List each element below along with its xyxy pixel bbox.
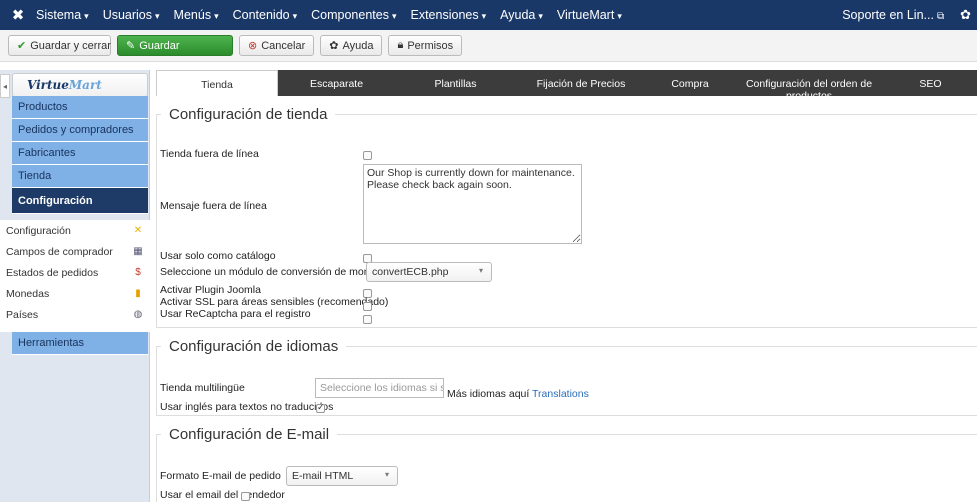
email-config-title: Configuración de E-mail — [169, 426, 330, 443]
sidebar: ◂ Virtue Mart Productos Pedidos y comprad… — [0, 70, 150, 502]
collapse-sidebar-icon[interactable]: ◂ — [0, 74, 10, 98]
vendor-email-checkbox[interactable] — [241, 492, 250, 501]
help-gear-icon: ✿ — [329, 40, 339, 52]
support-link[interactable]: Soporte en Lin... ⧉ — [842, 8, 944, 22]
recaptcha-checkbox[interactable] — [363, 315, 372, 324]
offline-label: Tienda fuera de línea — [160, 148, 259, 160]
cancel-icon: ⊗ — [248, 40, 258, 52]
topnav-right: Soporte en Lin... ⧉ ✿ — [842, 0, 971, 30]
tab-seo[interactable]: SEO — [884, 70, 977, 96]
toolbar: ✔ Guardar y cerrar ✎ Guardar ⊗ Cancelar ✿ Ay… — [0, 30, 977, 62]
caret-down-icon: ▾ — [292, 11, 298, 21]
dropdown-arrow-icon: ▾ — [384, 470, 389, 479]
dropdown-arrow-icon: ▾ — [478, 266, 483, 275]
currency-module-label: Seleccione un módulo de conversión de mo… — [160, 266, 388, 278]
joomla-logo-icon[interactable]: ✖ — [0, 6, 36, 24]
vendor-email-label: Usar el email del vendedor — [160, 489, 285, 501]
translations-link[interactable]: Translations — [532, 388, 589, 400]
sidebar-sub-campos[interactable]: Campos de comprador ▦ — [6, 241, 148, 262]
tab-tienda[interactable]: Tienda — [156, 70, 278, 96]
sidebar-item-configuracion[interactable]: Configuración — [12, 188, 148, 214]
tab-orden-productos[interactable]: Configuración del orden de productos — [734, 70, 884, 96]
offline-message-textarea[interactable]: Our Shop is currently down for maintenan… — [363, 164, 582, 244]
sidebar-sub-monedas[interactable]: Monedas ▮ — [6, 283, 148, 304]
sidebar-item-fabricantes[interactable]: Fabricantes — [12, 142, 148, 165]
menu-virtuemart[interactable]: VirtueMart ▾ — [557, 8, 622, 22]
offline-message-label: Mensaje fuera de línea — [160, 200, 267, 212]
main-menu: Sistema ▾ Usuarios ▾ Menús ▾ Contenido ▾ Com… — [36, 8, 636, 22]
languages-select-input[interactable]: Seleccione los idiomas si su — [315, 378, 444, 398]
edit-icon: ✎ — [126, 40, 136, 52]
caret-down-icon: ▾ — [617, 11, 622, 21]
menu-componentes[interactable]: Componentes ▾ — [311, 8, 396, 22]
menu-usuarios[interactable]: Usuarios ▾ — [103, 8, 160, 22]
menu-contenido[interactable]: Contenido ▾ — [233, 8, 298, 22]
caret-down-icon: ▾ — [391, 11, 397, 21]
more-languages-text: Más idiomas aquí Translations — [447, 388, 589, 400]
caret-down-icon: ▾ — [538, 11, 543, 21]
email-format-select[interactable]: E-mail HTML ▾ — [286, 466, 398, 486]
caret-down-icon: ▾ — [214, 11, 219, 21]
sidebar-item-herramientas[interactable]: Herramientas — [12, 332, 148, 355]
shop-config-title: Configuración de tienda — [169, 106, 328, 123]
language-config-title: Configuración de idiomas — [169, 338, 339, 355]
tools-icon: ✕ — [133, 225, 143, 236]
menu-ayuda[interactable]: Ayuda ▾ — [500, 8, 543, 22]
cancel-button[interactable]: ⊗ Cancelar — [239, 35, 315, 56]
tab-escaparate[interactable]: Escaparate — [278, 70, 395, 96]
check-icon: ✔ — [17, 40, 27, 52]
main-content: Configuración de tienda Tienda fuera de … — [156, 96, 977, 502]
save-close-button[interactable]: ✔ Guardar y cerrar — [8, 35, 111, 56]
lock-icon: 🔒︎ — [397, 39, 404, 51]
sidebar-item-productos[interactable]: Productos — [12, 96, 148, 119]
tab-precios[interactable]: Fijación de Precios — [516, 70, 646, 96]
menu-menus[interactable]: Menús ▾ — [174, 8, 219, 22]
menu-sistema[interactable]: Sistema ▾ — [36, 8, 89, 22]
multilingual-label: Tienda multilingüe — [160, 382, 245, 394]
english-fallback-checkbox[interactable] — [316, 402, 325, 413]
user-fields-icon: ▦ — [133, 246, 143, 257]
tab-compra[interactable]: Compra — [646, 70, 734, 96]
save-button[interactable]: ✎ Guardar — [117, 35, 233, 56]
permissions-button[interactable]: 🔒︎ Permisos — [388, 35, 463, 56]
caret-down-icon: ▾ — [84, 11, 89, 21]
external-link-icon: ⧉ — [936, 11, 945, 22]
ssl-checkbox[interactable] — [363, 302, 372, 311]
virtuemart-logo: Virtue Mart — [12, 73, 148, 97]
recaptcha-label: Usar ReCaptcha para el registro — [160, 308, 311, 320]
currency-module-select[interactable]: convertECB.php ▾ — [366, 262, 492, 282]
english-fallback-label: Usar inglés para textos no traducidos — [160, 401, 334, 413]
ssl-label: Activar SSL para áreas sensibles (recome… — [160, 296, 389, 308]
caret-down-icon: ▾ — [155, 11, 160, 21]
offline-checkbox[interactable] — [363, 151, 372, 160]
sidebar-item-pedidos[interactable]: Pedidos y compradores — [12, 119, 148, 142]
sidebar-sub-paises[interactable]: Países ◍ — [6, 304, 148, 325]
top-navbar: ✖ Sistema ▾ Usuarios ▾ Menús ▾ Contenido ▾ C… — [0, 0, 977, 30]
email-format-label: Formato E-mail de pedido — [160, 470, 281, 482]
gear-icon[interactable]: ✿ — [960, 7, 971, 23]
help-button[interactable]: ✿ Ayuda — [320, 35, 383, 56]
coins-icon: ▮ — [135, 288, 141, 299]
menu-extensiones[interactable]: Extensiones ▾ — [411, 8, 487, 22]
sidebar-item-tienda[interactable]: Tienda — [12, 165, 148, 188]
catalog-only-label: Usar solo como catálogo — [160, 250, 276, 262]
sidebar-sub-estados[interactable]: Estados de pedidos $ — [6, 262, 148, 283]
sidebar-sub-configuracion[interactable]: Configuración ✕ — [6, 220, 148, 241]
order-status-icon: $ — [135, 267, 141, 278]
globe-icon: ◍ — [133, 309, 143, 320]
tab-plantillas[interactable]: Plantillas — [395, 70, 516, 96]
joomla-plugin-label: Activar Plugin Joomla — [160, 284, 261, 296]
config-tabs: Tienda Escaparate Plantillas Fijación de… — [156, 70, 977, 96]
caret-down-icon: ▾ — [481, 11, 487, 21]
